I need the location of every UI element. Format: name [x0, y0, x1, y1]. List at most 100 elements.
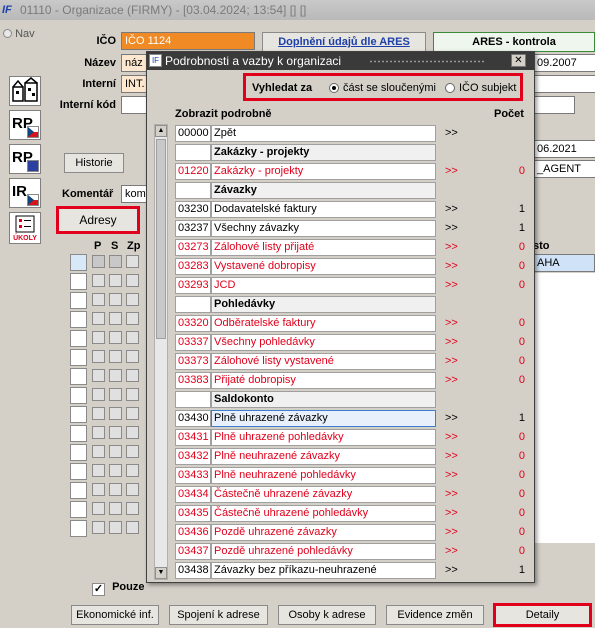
row-open-arrow[interactable]: >>	[445, 372, 465, 389]
checkbox-zp[interactable]	[126, 255, 139, 268]
interni-extra-field[interactable]	[533, 75, 595, 93]
detail-row[interactable]: 03435 Částečně uhrazené pohledávky	[175, 505, 436, 522]
checkbox-zp[interactable]	[126, 426, 139, 439]
row-selector[interactable]	[70, 273, 87, 290]
checkbox-zp[interactable]	[126, 293, 139, 306]
checkbox-s[interactable]	[109, 445, 122, 458]
detail-row[interactable]: 03383 Přijaté dobropisy	[175, 372, 436, 389]
row-open-arrow[interactable]: >>	[445, 486, 465, 503]
checkbox-zp[interactable]	[126, 483, 139, 496]
agent-field[interactable]: _AGENT	[533, 160, 595, 178]
radio-merged[interactable]	[329, 83, 339, 93]
checkbox-zp[interactable]	[126, 464, 139, 477]
row-selector[interactable]	[70, 501, 87, 518]
row-selector[interactable]	[70, 368, 87, 385]
row-open-arrow[interactable]: >>	[445, 239, 465, 256]
checkbox-zp[interactable]	[126, 274, 139, 287]
scroll-thumb[interactable]	[156, 139, 166, 339]
checkbox-s[interactable]	[109, 483, 122, 496]
checkbox-s[interactable]	[109, 388, 122, 401]
detail-row[interactable]: 03433 Plně neuhrazené pohledávky	[175, 467, 436, 484]
detail-row[interactable]: 03230 Dodavatelské faktury	[175, 201, 436, 218]
checkbox-zp[interactable]	[126, 350, 139, 363]
adresy-button[interactable]: Adresy	[56, 206, 140, 234]
detail-row[interactable]: 03293 JCD	[175, 277, 436, 294]
row-open-arrow[interactable]: >>	[445, 410, 465, 427]
detail-row[interactable]: 03438 Závazky bez příkazu-neuhrazené	[175, 562, 436, 579]
row-selector[interactable]	[70, 311, 87, 328]
checkbox-s[interactable]	[109, 502, 122, 515]
row-selector[interactable]	[70, 482, 87, 499]
checkbox-s[interactable]	[109, 521, 122, 534]
checkbox-s[interactable]	[109, 407, 122, 420]
row-selector[interactable]	[70, 349, 87, 366]
checkbox-p[interactable]	[92, 483, 105, 496]
checkbox-p[interactable]	[92, 255, 105, 268]
rp-eu-button[interactable]: RP	[9, 144, 41, 174]
ico-field[interactable]: IČO 1124	[121, 32, 255, 50]
checkbox-p[interactable]	[92, 502, 105, 515]
detail-row[interactable]: 03436 Pozdě uhrazené závazky	[175, 524, 436, 541]
detail-row[interactable]: 03373 Zálohové listy vystavené	[175, 353, 436, 370]
row-open-arrow[interactable]: >>	[445, 163, 465, 180]
row-open-arrow[interactable]: >>	[445, 220, 465, 237]
detail-row[interactable]: 03320 Odběratelské faktury	[175, 315, 436, 332]
dialog-scrollbar[interactable]: ▲ ▼	[154, 124, 168, 580]
checkbox-p[interactable]	[92, 426, 105, 439]
checkbox-zp[interactable]	[126, 312, 139, 325]
checkbox-p[interactable]	[92, 464, 105, 477]
checkbox-p[interactable]	[92, 350, 105, 363]
checkbox-p[interactable]	[92, 388, 105, 401]
detail-row[interactable]: 03434 Částečně uhrazené závazky	[175, 486, 436, 503]
checkbox-s[interactable]	[109, 331, 122, 344]
date-field-1[interactable]: 09.2007	[533, 54, 595, 72]
checkbox-s[interactable]	[109, 293, 122, 306]
row-selector[interactable]	[70, 425, 87, 442]
buildings-button[interactable]	[9, 76, 41, 106]
ares-fill-button[interactable]: Doplnění údajů dle ARES	[262, 32, 426, 52]
row-open-arrow[interactable]: >>	[445, 543, 465, 560]
detail-row[interactable]: 03283 Vystavené dobropisy	[175, 258, 436, 275]
aha-field[interactable]: AHA	[533, 254, 595, 272]
checkbox-p[interactable]	[92, 445, 105, 458]
checkbox-s[interactable]	[109, 464, 122, 477]
row-open-arrow[interactable]: >>	[445, 125, 465, 142]
row-selector[interactable]	[70, 406, 87, 423]
row-open-arrow[interactable]: >>	[445, 315, 465, 332]
ir-cz-button[interactable]: IR	[9, 178, 41, 208]
checkbox-s[interactable]	[109, 255, 122, 268]
detail-row[interactable]: 00000 Zpět	[175, 125, 436, 142]
checkbox-zp[interactable]	[126, 502, 139, 515]
row-open-arrow[interactable]: >>	[445, 277, 465, 294]
osoby-k-adrese-button[interactable]: Osoby k adrese	[278, 605, 376, 625]
pouze-checkbox-row[interactable]: ✓ Pouze	[92, 581, 144, 596]
historie-button[interactable]: Historie	[64, 153, 124, 173]
spojeni-k-adrese-button[interactable]: Spojení k adrese	[169, 605, 268, 625]
detail-row[interactable]: 03437 Pozdě uhrazené pohledávky	[175, 543, 436, 560]
ares-check-button[interactable]: ARES - kontrola	[433, 32, 595, 52]
checkbox-p[interactable]	[92, 407, 105, 420]
scroll-down-icon[interactable]: ▼	[155, 567, 167, 579]
checkbox-s[interactable]	[109, 369, 122, 382]
radio-ico-subject[interactable]	[445, 83, 455, 93]
ekonomicke-inf-button[interactable]: Ekonomické inf.	[71, 605, 159, 625]
checkbox-p[interactable]	[92, 369, 105, 382]
checkbox-s[interactable]	[109, 274, 122, 287]
checkbox-p[interactable]	[92, 331, 105, 344]
row-selector[interactable]	[70, 254, 87, 271]
row-open-arrow[interactable]: >>	[445, 448, 465, 465]
row-open-arrow[interactable]: >>	[445, 201, 465, 218]
row-open-arrow[interactable]: >>	[445, 353, 465, 370]
checkbox-p[interactable]	[92, 274, 105, 287]
detail-row[interactable]: 01220 Zakázky - projekty	[175, 163, 436, 180]
row-selector[interactable]	[70, 387, 87, 404]
row-selector[interactable]	[70, 463, 87, 480]
checkbox-s[interactable]	[109, 312, 122, 325]
checkbox-zp[interactable]	[126, 331, 139, 344]
ukoly-button[interactable]: ÚKOLY	[9, 212, 41, 244]
pouze-checkbox[interactable]: ✓	[92, 583, 105, 596]
row-open-arrow[interactable]: >>	[445, 429, 465, 446]
date-field-2[interactable]: 06.2021	[533, 140, 595, 158]
checkbox-s[interactable]	[109, 426, 122, 439]
row-open-arrow[interactable]: >>	[445, 505, 465, 522]
